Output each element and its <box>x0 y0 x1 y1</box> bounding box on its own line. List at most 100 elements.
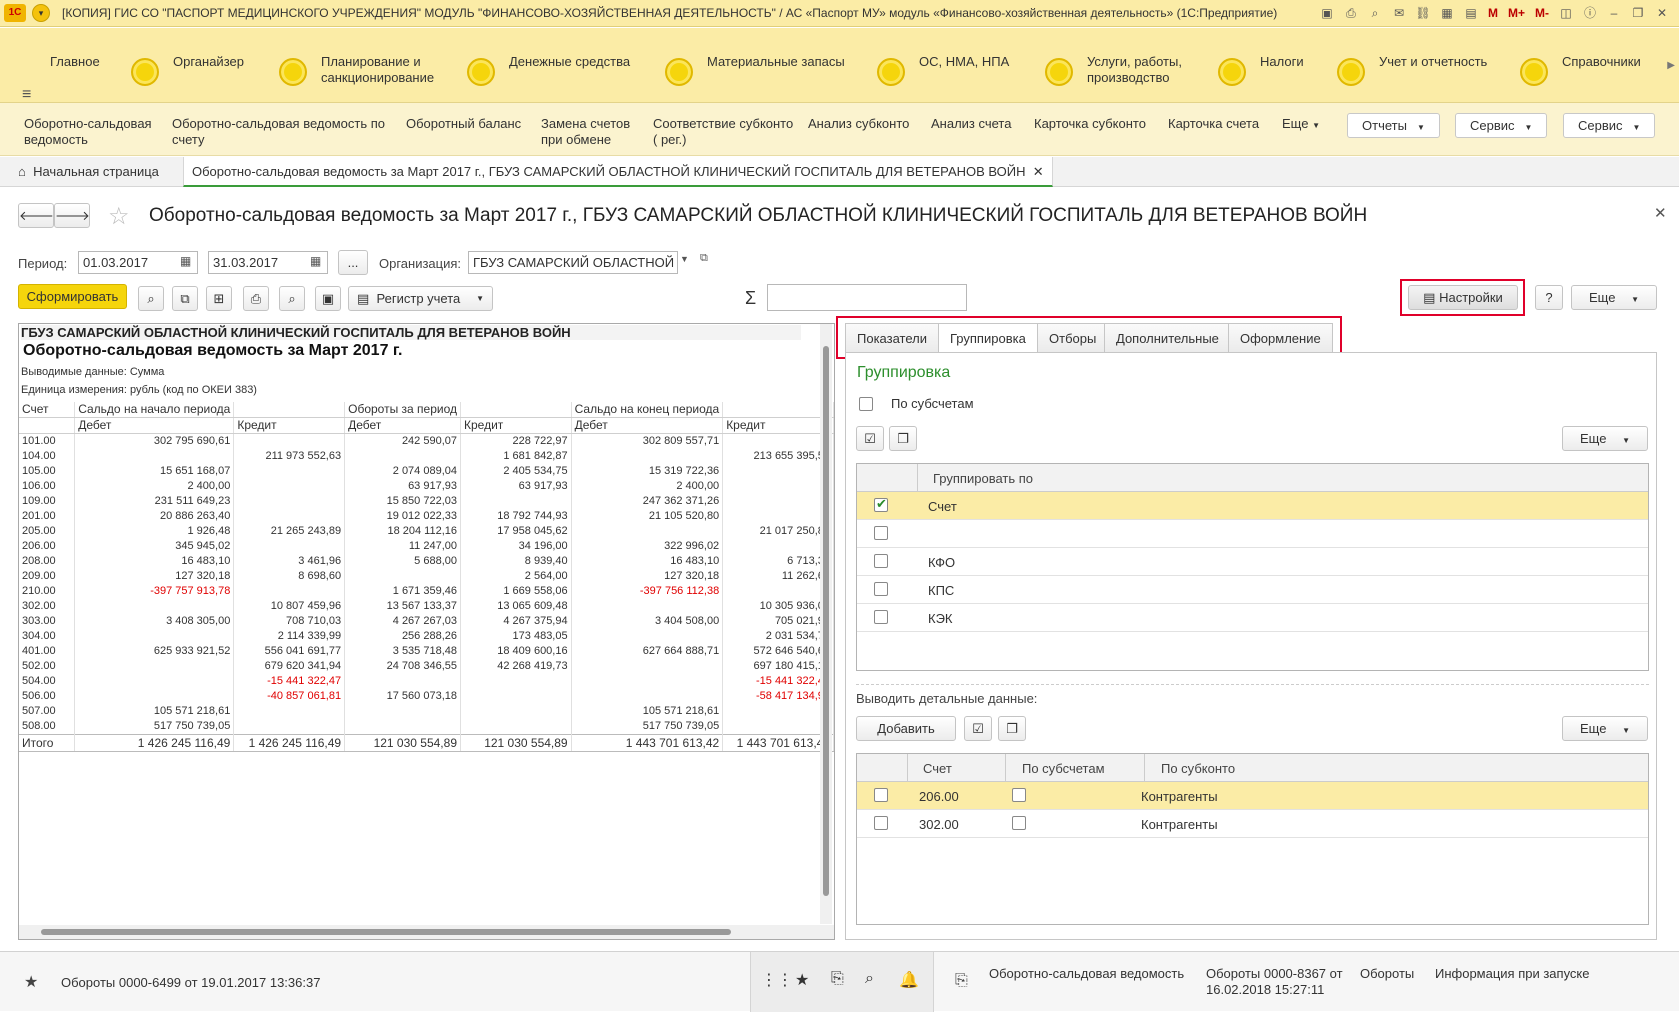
tab-grouping[interactable]: Группировка <box>938 323 1038 353</box>
favorite-star-icon[interactable]: ☆ <box>108 202 130 231</box>
details-row[interactable]: 302.00 Контрагенты <box>857 810 1648 838</box>
nav-subconto-analysis[interactable]: Анализ субконто <box>808 116 909 132</box>
nav-turnover-sheet-by-account[interactable]: Оборотно-сальдовая ведомость по счету <box>172 116 385 148</box>
nav-turnover-sheet[interactable]: Оборотно-сальдовая ведомость <box>24 116 152 148</box>
paste-icon[interactable]: ⊞ <box>206 286 232 311</box>
help-button[interactable]: ? <box>1535 285 1563 310</box>
grouping-row[interactable]: КПС <box>857 576 1648 604</box>
tab-home[interactable]: ⌂ Начальная страница <box>10 157 167 187</box>
print-icon[interactable]: ⎙ <box>1342 4 1360 22</box>
close-window-icon[interactable]: ✕ <box>1653 4 1671 22</box>
vertical-scrollbar[interactable] <box>820 324 832 924</box>
star-icon[interactable]: ★ <box>795 970 809 990</box>
register-select[interactable]: ▤ Регистр учета ▼ <box>348 286 493 311</box>
tab-turnover-sheet[interactable]: Оборотно-сальдовая ведомость за Март 201… <box>183 157 1053 187</box>
uncheck-all-icon[interactable]: ❐ <box>889 426 917 451</box>
dropdown-arrow-icon[interactable]: ▼ <box>680 254 689 264</box>
scrollbar-thumb[interactable] <box>41 929 731 935</box>
info-icon[interactable]: ⓘ <box>1581 4 1599 22</box>
horizontal-scrollbar[interactable] <box>19 925 834 939</box>
by-subaccounts-checkbox[interactable] <box>859 397 873 411</box>
reports-button[interactable]: Отчеты ▼ <box>1347 113 1440 138</box>
section-money[interactable]: Денежные средства <box>467 28 630 103</box>
check-all-icon[interactable]: ☑ <box>964 716 992 741</box>
generate-button[interactable]: Сформировать <box>18 284 127 309</box>
nav-account-replacement[interactable]: Замена счетов при обмене <box>541 116 630 148</box>
grouping-table[interactable]: Группировать по Счет КФО КПС КЭК <box>856 463 1649 671</box>
section-organizer[interactable]: Органайзер <box>131 28 244 103</box>
grouping-row-checkbox[interactable] <box>874 554 888 568</box>
grouping-row[interactable]: КЭК <box>857 604 1648 632</box>
details-row-subaccounts-checkbox[interactable] <box>1012 788 1026 802</box>
close-form-icon[interactable]: ✕ <box>1654 204 1667 222</box>
status-item-startup-info[interactable]: Информация при запуске <box>1435 966 1590 981</box>
report-spreadsheet[interactable]: ГБУЗ САМАРСКИЙ ОБЛАСТНОЙ КЛИНИЧЕСКИЙ ГОС… <box>18 323 835 940</box>
nav-subconto-correspondence[interactable]: Соответствие субконто ( рег.) <box>653 116 793 148</box>
tab-filters[interactable]: Отборы <box>1037 323 1109 353</box>
nav-account-analysis[interactable]: Анализ счета <box>931 116 1011 132</box>
save-icon[interactable]: ▣ <box>315 286 341 311</box>
grouping-row[interactable]: Счет <box>857 492 1648 520</box>
scrollbar-thumb[interactable] <box>823 346 829 896</box>
memory-minus-button[interactable]: M- <box>1533 4 1551 22</box>
grouping-more-button[interactable]: Еще ▼ <box>1562 426 1648 451</box>
restore-icon[interactable]: ❐ <box>1629 4 1647 22</box>
copy-icon[interactable]: ⧉ <box>172 286 198 311</box>
search-icon[interactable]: ⌕ <box>865 970 874 988</box>
calendar-icon[interactable]: ▦ <box>310 254 321 268</box>
calc-icon[interactable]: ▦ <box>1438 4 1456 22</box>
back-button[interactable]: 🡐 <box>18 203 54 228</box>
check-all-icon[interactable]: ☑ <box>856 426 884 451</box>
details-more-button[interactable]: Еще ▼ <box>1562 716 1648 741</box>
panels-icon[interactable]: ◫ <box>1557 4 1575 22</box>
forward-button[interactable]: 🡒 <box>54 203 90 228</box>
history-icon[interactable]: ⎘ <box>831 970 844 988</box>
print-icon[interactable]: ⎙ <box>243 286 269 311</box>
details-row-subaccounts-checkbox[interactable] <box>1012 816 1026 830</box>
section-materials[interactable]: Материальные запасы <box>665 28 845 103</box>
preview-icon[interactable]: ⌕ <box>279 286 305 311</box>
add-button[interactable]: Добавить <box>856 716 956 741</box>
details-row[interactable]: 206.00 Контрагенты <box>857 782 1648 810</box>
period-select-button[interactable]: ... <box>338 250 368 275</box>
grouping-row[interactable] <box>857 520 1648 548</box>
nav-turnover-balance[interactable]: Оборотный баланс <box>406 116 521 132</box>
mail-icon[interactable]: ✉ <box>1390 4 1408 22</box>
status-item-turnover-doc[interactable]: Обороты 0000-8367 от 16.02.2018 15:27:11 <box>1206 966 1343 998</box>
nav-account-card[interactable]: Карточка счета <box>1168 116 1259 132</box>
status-item-turnovers[interactable]: Обороты <box>1360 966 1414 981</box>
search-icon[interactable]: ⌕ <box>138 286 164 311</box>
section-directories[interactable]: Справочники <box>1520 28 1641 103</box>
favorites-star-icon[interactable]: ★ <box>24 972 38 992</box>
close-tab-icon[interactable]: ✕ <box>1033 164 1044 179</box>
nav-subconto-card[interactable]: Карточка субконто <box>1034 116 1146 132</box>
grouping-row-checkbox[interactable] <box>874 496 888 512</box>
apps-grid-icon[interactable]: ⋮⋮ <box>761 970 793 990</box>
calendar-icon[interactable]: ▤ <box>1462 4 1480 22</box>
service-button[interactable]: Сервис ▼ <box>1455 113 1548 138</box>
section-planning[interactable]: Планирование и санкционирование <box>279 28 434 103</box>
open-link-icon[interactable]: ⧉ <box>700 252 708 265</box>
preview-icon[interactable]: ⌕ <box>1366 4 1384 22</box>
details-row-checkbox[interactable] <box>874 788 888 802</box>
settings-button[interactable]: ▤ Настройки <box>1408 285 1518 310</box>
section-main[interactable]: Главное <box>50 28 100 103</box>
bell-icon[interactable]: 🔔 <box>899 970 919 990</box>
details-row-checkbox[interactable] <box>874 816 888 830</box>
section-taxes[interactable]: Налоги <box>1218 28 1304 103</box>
tab-additional[interactable]: Дополнительные <box>1104 323 1231 353</box>
organization-field[interactable]: ГБУЗ САМАРСКИЙ ОБЛАСТНОЙ <box>468 251 678 274</box>
uncheck-all-icon[interactable]: ❐ <box>998 716 1026 741</box>
nav-more-button[interactable]: Еще ▼ <box>1282 116 1320 134</box>
history-icon[interactable]: ⎘ <box>955 972 968 990</box>
link-icon[interactable]: ⛓ <box>1414 4 1432 22</box>
status-last-document[interactable]: Обороты 0000-6499 от 19.01.2017 13:36:37 <box>61 975 320 990</box>
save-icon[interactable]: ▣ <box>1318 4 1336 22</box>
section-services[interactable]: Услуги, работы, производство <box>1045 28 1182 103</box>
memory-m-button[interactable]: M <box>1486 4 1500 22</box>
service-button-2[interactable]: Сервис ▼ <box>1563 113 1656 138</box>
hamburger-icon[interactable]: ≡ <box>22 86 31 104</box>
tab-appearance[interactable]: Оформление <box>1228 323 1333 353</box>
main-menu-button[interactable]: ▾ <box>32 4 50 22</box>
scroll-right-icon[interactable]: ▶ <box>1667 60 1675 71</box>
